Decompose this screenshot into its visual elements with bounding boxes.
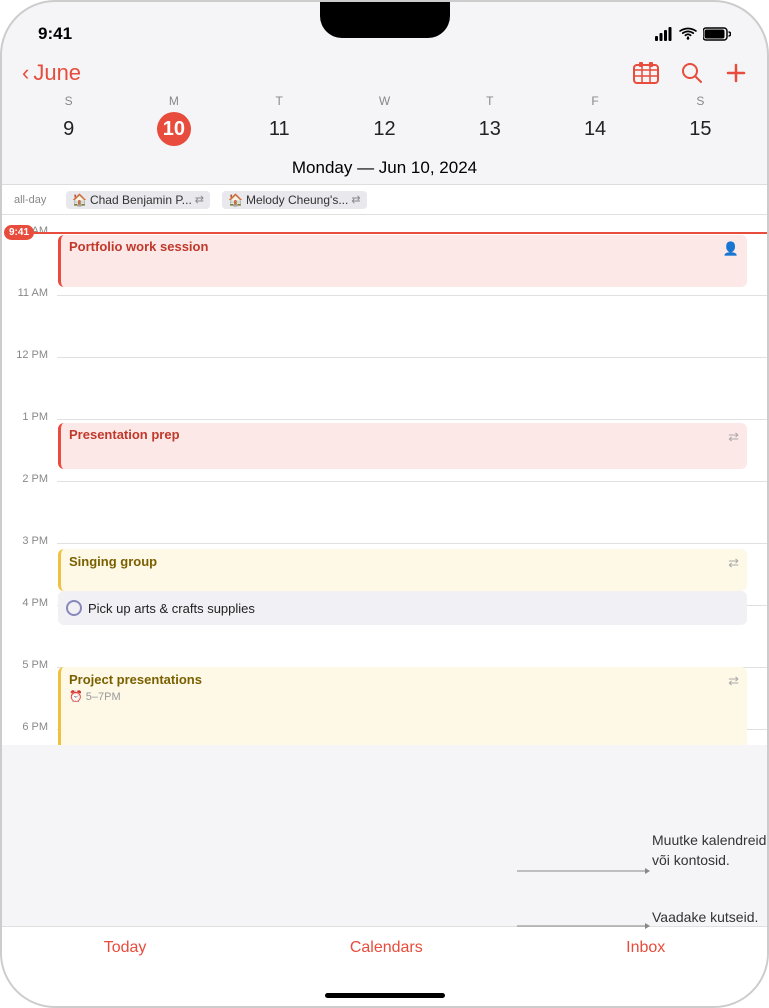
home-icon: 🏠 [72, 193, 87, 207]
task-circle-icon [66, 600, 82, 616]
time-label-2pm: 2 PM [10, 473, 48, 485]
tab-today[interactable]: Today [104, 939, 147, 957]
signal-icon [655, 27, 673, 41]
event-title: Presentation prep [69, 427, 180, 442]
tab-calendars[interactable]: Calendars [350, 939, 423, 957]
event-project[interactable]: Project presentations ⏰ 5–7PM ⇄ [58, 667, 747, 745]
date-heading: Monday — Jun 10, 2024 [2, 146, 767, 185]
day-col-sat[interactable]: S 15 [648, 94, 753, 146]
battery-icon [703, 27, 731, 41]
time-label-3pm: 3 PM [10, 535, 48, 547]
day-letter: T [276, 94, 283, 108]
allday-row: all-day 🏠 Chad Benjamin P... ⇄ 🏠 Melody … [2, 185, 767, 215]
month-nav[interactable]: ‹ June [22, 60, 81, 86]
allday-event-title: Chad Benjamin P... [90, 193, 192, 207]
current-time-line [34, 232, 767, 234]
event-singing[interactable]: Singing group ⇄ [58, 549, 747, 591]
time-line [57, 357, 767, 358]
time-label-5pm: 5 PM [10, 659, 48, 671]
time-line [57, 481, 767, 482]
task-pickup[interactable]: Pick up arts & crafts supplies [58, 591, 747, 625]
day-num-today: 10 [157, 112, 191, 146]
day-col-sun[interactable]: S 9 [16, 94, 121, 146]
allday-event-melody[interactable]: 🏠 Melody Cheung's... ⇄ [222, 191, 367, 209]
annotation-inbox-text: Vaadake kutseid. [652, 909, 758, 925]
search-icon[interactable] [681, 62, 703, 84]
allday-label: all-day [14, 194, 58, 206]
day-letter: W [379, 94, 390, 108]
header-action-icons [633, 62, 747, 84]
add-event-icon[interactable] [725, 62, 747, 84]
event-subtitle: ⏰ 5–7PM [69, 691, 121, 703]
day-col-tue[interactable]: T 11 [227, 94, 332, 146]
event-presentation[interactable]: Presentation prep ⇄ [58, 423, 747, 469]
event-title: Project presentations [69, 672, 739, 687]
day-letter: T [486, 94, 493, 108]
time-label-6pm: 6 PM [10, 721, 48, 733]
annotation-inbox: Vaadake kutseid. [517, 906, 757, 951]
month-title[interactable]: June [33, 60, 81, 86]
day-num: 14 [578, 112, 612, 146]
event-title: Portfolio work session [69, 239, 208, 254]
current-time-badge: 9:41 [4, 225, 34, 240]
event-portfolio[interactable]: Portfolio work session 👤 [58, 235, 747, 287]
time-label-12pm: 12 PM [10, 349, 48, 361]
wifi-icon [679, 27, 697, 41]
day-col-mon[interactable]: M 10 [121, 94, 226, 146]
day-letter: M [169, 94, 179, 108]
event-title: Singing group [69, 554, 157, 569]
time-line [57, 419, 767, 420]
day-letter: S [696, 94, 704, 108]
day-col-thu[interactable]: T 13 [437, 94, 542, 146]
day-letter: F [591, 94, 598, 108]
notch [320, 2, 450, 38]
allday-event-title: Melody Cheung's... [246, 193, 348, 207]
current-time-indicator: 9:41 [2, 225, 767, 240]
day-num: 12 [367, 112, 401, 146]
calendar-header: ‹ June [2, 52, 767, 86]
time-line [57, 543, 767, 544]
status-time: 9:41 [38, 24, 72, 44]
sync-icon: ⇄ [195, 193, 204, 206]
day-num: 13 [473, 112, 507, 146]
repeat-icon: ⇄ [728, 429, 739, 445]
day-num: 15 [683, 112, 717, 146]
day-num: 11 [262, 112, 296, 146]
repeat-icon: ⇄ [728, 673, 739, 689]
day-col-fri[interactable]: F 14 [542, 94, 647, 146]
home-icon: 🏠 [228, 193, 243, 207]
time-label-11am: 11 AM [10, 287, 48, 299]
allday-event-chad[interactable]: 🏠 Chad Benjamin P... ⇄ [66, 191, 210, 209]
annotation-calendars-text: Muutke kalendreidvõi kontosid. [652, 831, 766, 870]
annotation-calendars: Muutke kalendreidvõi kontosid. [517, 841, 757, 906]
repeat-icon: ⇄ [728, 555, 739, 571]
status-icons [655, 27, 731, 41]
task-title: Pick up arts & crafts supplies [88, 601, 255, 616]
day-letter: S [65, 94, 73, 108]
sync-icon: ⇄ [351, 193, 360, 206]
timeline: 10 AM 11 AM 12 PM 1 PM 2 PM [2, 215, 767, 745]
calendar-view-icon[interactable] [633, 62, 659, 84]
time-line [57, 295, 767, 296]
week-row: S 9 M 10 T 11 W 12 T 13 F 14 S 15 [2, 86, 767, 146]
home-indicator [325, 993, 445, 998]
time-label-4pm: 4 PM [10, 597, 48, 609]
day-num: 9 [52, 112, 86, 146]
time-label-1pm: 1 PM [10, 411, 48, 423]
back-arrow-icon[interactable]: ‹ [22, 60, 29, 86]
day-col-wed[interactable]: W 12 [332, 94, 437, 146]
people-icon: 👤 [723, 241, 739, 257]
phone-frame: 9:41 [0, 0, 769, 1008]
